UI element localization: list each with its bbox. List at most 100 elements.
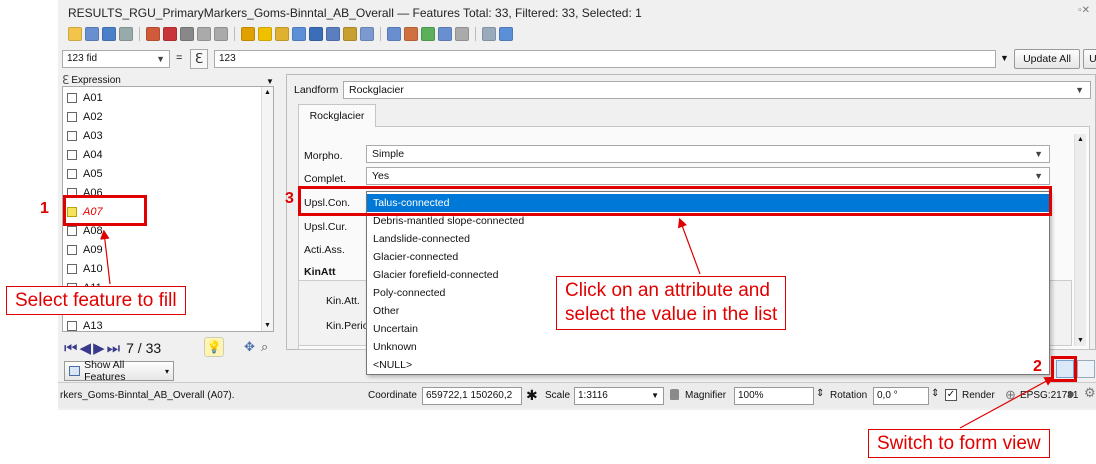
feature-checkbox[interactable] — [67, 169, 77, 179]
expression-header[interactable]: ℇ Expression — [62, 73, 121, 87]
mouse-coordinate-icon[interactable]: ✱ — [526, 387, 538, 404]
landform-label: Landform — [294, 84, 339, 96]
highlight-feature-icon[interactable]: 💡 — [204, 337, 224, 357]
scroll-down-icon[interactable]: ▼ — [1077, 337, 1084, 344]
status-message: rkers_Goms-Binntal_AB_Overall (A07). — [60, 390, 235, 401]
chevron-down-icon[interactable]: ▼ — [1000, 53, 1009, 63]
expression-icon: ℇ — [62, 73, 70, 87]
morpho-label: Morpho. — [304, 150, 343, 162]
feature-checkbox[interactable] — [67, 245, 77, 255]
rotation-input[interactable]: 0,0 ° — [873, 387, 929, 405]
landform-combo[interactable]: Rockglacier ▼ — [343, 81, 1091, 99]
feature-list-item[interactable]: A03 — [67, 127, 103, 145]
spin-icon[interactable]: ⇕ — [816, 388, 824, 399]
feature-label: A04 — [83, 149, 103, 161]
move-top-icon[interactable] — [326, 27, 340, 41]
messages-icon[interactable]: ● — [1067, 386, 1075, 401]
save-edits-icon[interactable] — [102, 27, 116, 41]
feature-checkbox[interactable] — [67, 321, 77, 331]
morpho-combo[interactable]: Simple ▼ — [366, 145, 1050, 163]
feature-list-item[interactable]: A01 — [67, 89, 103, 107]
reload-icon[interactable] — [119, 27, 133, 41]
next-feature-icon[interactable]: ▶ — [93, 339, 105, 357]
complet-combo[interactable]: Yes ▼ — [366, 167, 1050, 185]
previous-feature-icon[interactable]: ◀ — [80, 339, 92, 357]
pan-to-icon[interactable] — [343, 27, 357, 41]
expression-header-label: Expression — [71, 74, 121, 86]
feature-list-item[interactable]: A13 — [67, 317, 103, 335]
conditional-format-icon[interactable] — [438, 27, 452, 41]
feature-navigation: ⏮ ◀ ▶ ⏭ 7 / 33 — [64, 338, 161, 358]
scroll-down-icon[interactable]: ▼ — [264, 322, 271, 329]
dropdown-option[interactable]: Landslide-connected — [367, 230, 1049, 248]
render-checkbox[interactable]: ✓ — [945, 389, 957, 401]
select-expression-icon[interactable] — [241, 27, 255, 41]
scroll-up-icon[interactable]: ▲ — [264, 89, 271, 96]
deselect-icon[interactable] — [292, 27, 306, 41]
magnifier-input[interactable]: 100% — [734, 387, 814, 405]
render-label: Render — [962, 390, 995, 401]
zoom-to-feature-icon[interactable]: ⌕ — [261, 339, 268, 355]
new-field-icon[interactable] — [387, 27, 401, 41]
feature-checkbox[interactable] — [67, 226, 77, 236]
dropdown-option[interactable]: Glacier-connected — [367, 248, 1049, 266]
lock-icon[interactable] — [670, 389, 679, 400]
field-select-combo[interactable]: 123 fid ▼ — [62, 50, 170, 68]
chevron-down-icon[interactable]: ▼ — [266, 77, 274, 86]
coordinate-input[interactable]: 659722,1 150260,2 — [422, 387, 522, 405]
feature-counter: 7 / 33 — [126, 340, 162, 356]
update-selected-button[interactable]: Update Selected — [1083, 49, 1096, 69]
feature-label: A08 — [83, 225, 103, 237]
spin-icon[interactable]: ⇕ — [931, 388, 939, 399]
delete-feature-icon[interactable] — [163, 27, 177, 41]
pan-to-feature-icon[interactable]: ✥ — [244, 339, 255, 355]
invert-selection-icon[interactable] — [275, 27, 289, 41]
multi-edit-icon[interactable] — [85, 27, 99, 41]
feature-list-item[interactable]: A09 — [67, 241, 103, 259]
feature-list-item[interactable]: A04 — [67, 146, 103, 164]
chevron-down-icon: ▼ — [651, 391, 659, 400]
copy-icon[interactable] — [197, 27, 211, 41]
feature-label: A01 — [83, 92, 103, 104]
feature-checkbox[interactable] — [67, 112, 77, 122]
plugin-icon[interactable]: ⚙ — [1084, 385, 1096, 401]
paste-icon[interactable] — [214, 27, 228, 41]
table-view-icon[interactable] — [1077, 360, 1095, 378]
window-title: RESULTS_RGU_PrimaryMarkers_Goms-Binntal_… — [68, 6, 642, 20]
feature-checkbox[interactable] — [67, 131, 77, 141]
feature-list-item[interactable]: A02 — [67, 108, 103, 126]
feature-list-item[interactable]: A10 — [67, 260, 103, 278]
expression-input[interactable]: 123 — [214, 50, 996, 68]
field-calculator-icon[interactable] — [421, 27, 435, 41]
dock-icon[interactable] — [455, 27, 469, 41]
feature-list-scrollbar[interactable]: ▲ ▼ — [261, 87, 273, 331]
scroll-up-icon[interactable]: ▲ — [1077, 136, 1084, 143]
filter-select-icon[interactable] — [309, 27, 323, 41]
globe-icon[interactable]: ⊕ — [1005, 387, 1016, 403]
form-view-icon[interactable] — [499, 27, 513, 41]
feature-label: A10 — [83, 263, 103, 275]
dropdown-option[interactable]: Unknown — [367, 338, 1049, 356]
expression-builder-icon[interactable]: ℇ — [190, 49, 208, 69]
cut-icon[interactable] — [180, 27, 194, 41]
update-all-button[interactable]: Update All — [1014, 49, 1080, 69]
add-feature-icon[interactable] — [146, 27, 160, 41]
feature-list-item[interactable]: A05 — [67, 165, 103, 183]
dropdown-option[interactable]: <NULL> — [367, 356, 1049, 374]
tab-rockglacier[interactable]: Rockglacier — [298, 104, 376, 127]
feature-checkbox[interactable] — [67, 150, 77, 160]
actions-icon[interactable] — [482, 27, 496, 41]
select-all-icon[interactable] — [258, 27, 272, 41]
show-all-features-button[interactable]: Show All Features ▾ — [64, 359, 174, 383]
complet-value: Yes — [372, 170, 390, 182]
toggle-editing-icon[interactable] — [68, 27, 82, 41]
scale-input[interactable]: 1:3116 ▼ — [574, 387, 664, 405]
form-scrollbar[interactable]: ▲ ▼ — [1074, 134, 1086, 346]
feature-checkbox[interactable] — [67, 93, 77, 103]
first-feature-icon[interactable]: ⏮ — [64, 340, 78, 357]
feature-checkbox[interactable] — [67, 264, 77, 274]
window-controls[interactable]: ▫✕ — [1078, 5, 1090, 16]
delete-field-icon[interactable] — [404, 27, 418, 41]
zoom-to-icon[interactable] — [360, 27, 374, 41]
last-feature-icon[interactable]: ⏭ — [107, 340, 121, 357]
